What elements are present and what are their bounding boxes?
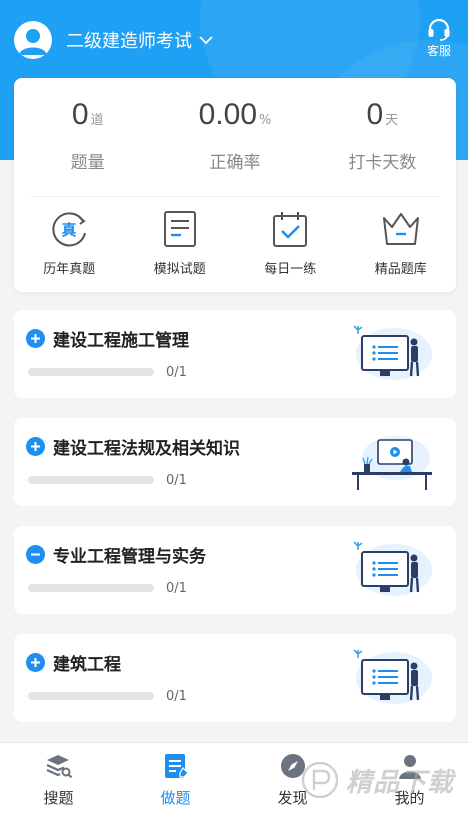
stat-label: 题量 [70,153,105,173]
desk-study-illustration [352,436,432,490]
progress-bar [28,368,154,376]
svg-text:真: 真 [62,221,77,239]
subject-card[interactable]: 建设工程法规及相关知识 0/1 [14,418,456,506]
premium-bank-button[interactable]: 精品题库 [346,197,457,292]
stats-card: 0 道 题量 0.00 % 正确率 0 天 打卡天数 真 历年真题 模拟试题 每… [14,78,456,292]
top-bar: 二级建造师考试 客服 [0,8,468,72]
tab-search[interactable]: 搜题 [0,743,117,816]
bottom-tab-bar: 搜题 做题 发现 我的 [0,742,468,816]
expand-plus-icon[interactable] [26,329,45,348]
tab-mine[interactable]: 我的 [351,743,468,816]
subject-card[interactable]: 建筑工程 0/1 [14,634,456,722]
subject-name: 建设工程施工管理 [53,331,189,351]
subject-name: 建设工程法规及相关知识 [53,439,240,459]
progress-count: 0/1 [166,365,187,380]
progress-bar [28,584,154,592]
customer-service-button[interactable]: 客服 [426,18,452,59]
stat-value: 0 [71,98,89,131]
stat-unit: 道 [90,113,104,128]
stat-value: 0 [366,98,384,131]
subject-name: 建筑工程 [53,655,121,675]
tab-label: 做题 [160,789,191,807]
quick-action-label: 精品题库 [374,262,427,277]
tab-practice[interactable]: 做题 [117,743,234,816]
daily-practice-button[interactable]: 每日一练 [235,197,346,292]
stat-label: 正确率 [209,153,261,173]
progress-count: 0/1 [166,689,187,704]
monitor-presenter-illustration [353,325,432,380]
progress-bar [28,692,154,700]
service-label: 客服 [426,44,451,58]
progress-bar [28,476,154,484]
tab-label: 我的 [394,789,425,807]
stat-label: 打卡天数 [348,153,417,173]
collapse-minus-icon[interactable] [26,545,45,564]
person-icon [395,751,425,781]
expand-plus-icon[interactable] [26,437,45,456]
headset-icon [428,18,450,41]
stat-value: 0.00 [198,98,257,131]
zhen-badge-icon: 真 [49,209,89,249]
quick-action-label: 模拟试题 [153,262,206,277]
stat-checkin-days: 0 天 打卡天数 [309,78,456,196]
user-avatar-icon [19,29,47,55]
stat-accuracy: 0.00 % 正确率 [161,78,308,196]
past-exams-button[interactable]: 真 历年真题 [14,197,125,292]
stat-unit: 天 [385,113,399,128]
quick-action-label: 每日一练 [264,262,317,277]
document-icon [160,209,200,249]
exam-selector[interactable]: 二级建造师考试 [66,27,214,53]
edit-doc-icon [161,751,191,781]
chevron-down-icon [198,35,214,45]
compass-icon [278,751,308,781]
progress-count: 0/1 [166,473,187,488]
progress-count: 0/1 [166,581,187,596]
mock-exam-button[interactable]: 模拟试题 [125,197,236,292]
tab-label: 发现 [277,789,308,807]
stat-unit: % [259,113,272,128]
subject-card[interactable]: 建设工程施工管理 0/1 [14,310,456,398]
exam-title: 二级建造师考试 [66,31,192,52]
tab-discover[interactable]: 发现 [234,743,351,816]
tab-label: 搜题 [43,789,74,807]
subject-name: 专业工程管理与实务 [53,547,206,567]
expand-plus-icon[interactable] [26,653,45,672]
stack-search-icon [44,751,74,781]
crown-icon [381,209,421,249]
quick-action-label: 历年真题 [43,262,96,277]
monitor-presenter-illustration [353,541,432,596]
subject-card[interactable]: 专业工程管理与实务 0/1 [14,526,456,614]
stat-question-count: 0 道 题量 [14,78,161,196]
calendar-check-icon [270,209,310,249]
avatar[interactable] [14,21,52,59]
monitor-presenter-illustration [353,649,432,704]
